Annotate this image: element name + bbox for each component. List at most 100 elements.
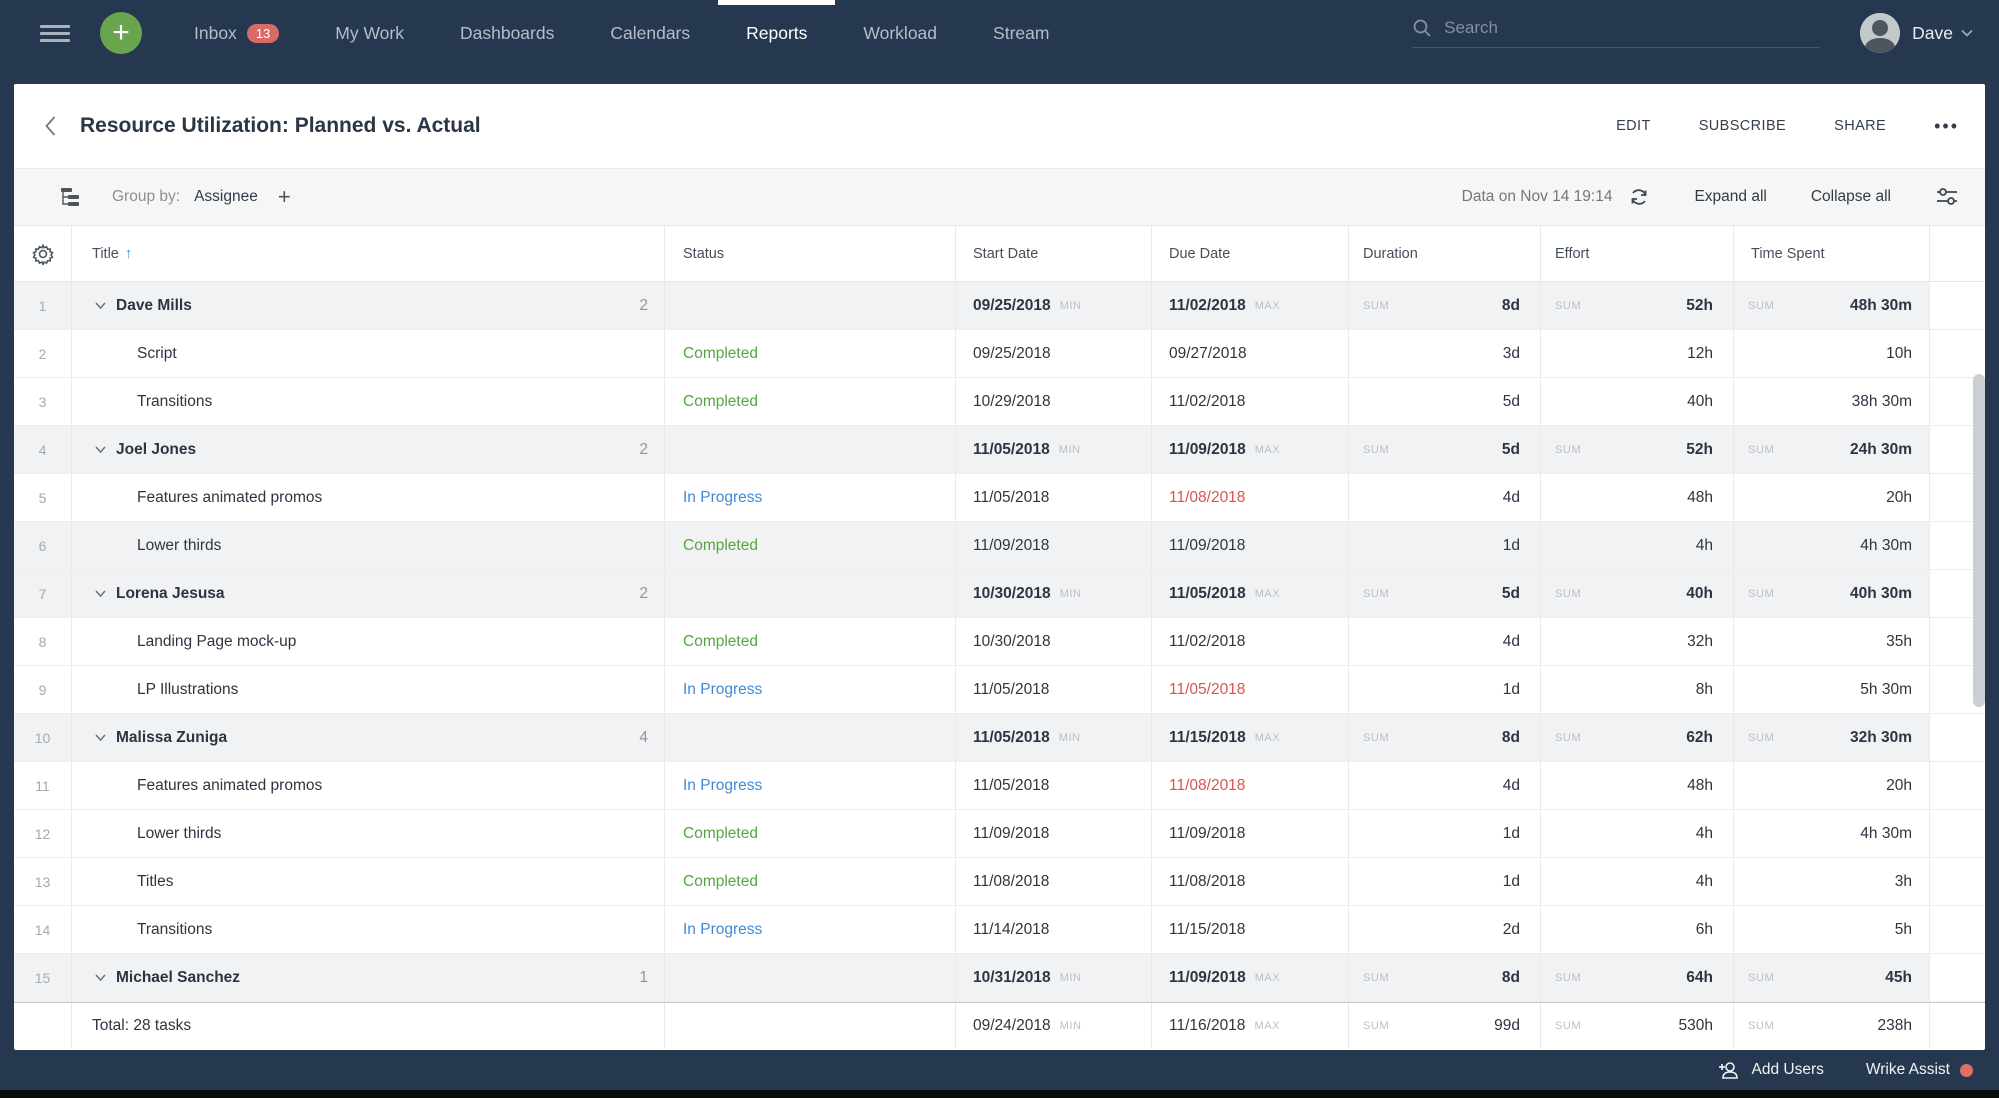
nav-item-dashboards[interactable]: Dashboards: [432, 0, 582, 66]
nav-item-calendars[interactable]: Calendars: [582, 0, 718, 66]
start-date-value: 10/29/2018: [973, 393, 1051, 411]
time-spent-value: 24h 30m: [1850, 441, 1912, 459]
task-row[interactable]: 12Lower thirdsCompleted11/09/201811/09/2…: [14, 810, 1985, 858]
agg-label-sum: SUM: [1748, 972, 1774, 984]
agg-label-sum: SUM: [1363, 1020, 1389, 1032]
cell-status: Completed: [665, 330, 956, 377]
edit-button[interactable]: EDIT: [1616, 118, 1651, 134]
row-filler: [1930, 282, 1985, 329]
sliders-icon: [1935, 187, 1959, 207]
task-row[interactable]: 9LP IllustrationsIn Progress11/05/201811…: [14, 666, 1985, 714]
cell-due-date: 11/16/2018MAX: [1152, 1003, 1349, 1048]
task-row[interactable]: 13TitlesCompleted11/08/201811/08/20181d4…: [14, 858, 1985, 906]
cell-start-date: 10/30/2018: [956, 618, 1152, 665]
time-spent-value: 35h: [1886, 633, 1912, 651]
row-number: 3: [39, 394, 47, 410]
more-options-icon[interactable]: •••: [1934, 121, 1959, 131]
column-header-effort[interactable]: Effort: [1541, 226, 1734, 281]
group-row[interactable]: 7Lorena Jesusa210/30/2018MIN11/05/2018MA…: [14, 570, 1985, 618]
gear-icon[interactable]: [32, 243, 54, 265]
search-input[interactable]: [1444, 18, 1820, 38]
task-row[interactable]: 11Features animated promosIn Progress11/…: [14, 762, 1985, 810]
search-box[interactable]: [1412, 18, 1820, 48]
column-header-duration[interactable]: Duration: [1349, 226, 1541, 281]
effort-value: 62h: [1686, 729, 1713, 747]
group-row[interactable]: 10Malissa Zuniga411/05/2018MIN11/15/2018…: [14, 714, 1985, 762]
create-new-button[interactable]: +: [100, 12, 142, 54]
group-collapse-toggle[interactable]: [95, 734, 106, 741]
refresh-button[interactable]: [1628, 186, 1650, 208]
group-collapse-toggle[interactable]: [95, 446, 106, 453]
cell-start-date: 11/05/2018: [956, 762, 1152, 809]
group-collapse-toggle[interactable]: [95, 974, 106, 981]
time-spent-value: 32h 30m: [1850, 729, 1912, 747]
vertical-scrollbar[interactable]: [1973, 374, 1985, 707]
column-header-title[interactable]: Title ↑: [72, 226, 665, 281]
expand-all-button[interactable]: Expand all: [1694, 188, 1766, 206]
row-number: 12: [35, 826, 51, 842]
cell-row-number: 15: [14, 954, 72, 1001]
nav-item-my-work[interactable]: My Work: [307, 0, 432, 66]
due-date-value: 11/05/2018: [1169, 681, 1245, 699]
cell-duration: 5d: [1349, 378, 1541, 425]
agg-label-sum: SUM: [1555, 972, 1581, 984]
user-name[interactable]: Dave: [1912, 23, 1953, 44]
cell-status: [665, 714, 956, 761]
nav-item-stream[interactable]: Stream: [965, 0, 1077, 66]
task-row[interactable]: 3TransitionsCompleted10/29/201811/02/201…: [14, 378, 1985, 426]
collapse-all-button[interactable]: Collapse all: [1811, 188, 1891, 206]
column-header-start-date[interactable]: Start Date: [956, 226, 1152, 281]
cell-time-spent: 20h: [1734, 762, 1930, 809]
cell-start-date: 11/09/2018: [956, 810, 1152, 857]
nav-item-label: Stream: [993, 23, 1049, 44]
nav-item-reports[interactable]: Reports: [718, 0, 835, 66]
agg-label-sum: SUM: [1748, 300, 1774, 312]
column-header-due-date[interactable]: Due Date: [1152, 226, 1349, 281]
group-by-icon[interactable]: [60, 187, 82, 207]
agg-label-sum: SUM: [1555, 1020, 1581, 1032]
effort-value: 40h: [1686, 585, 1713, 603]
cell-time-spent: SUM40h 30m: [1734, 570, 1930, 617]
share-button[interactable]: SHARE: [1834, 118, 1886, 134]
avatar[interactable]: [1860, 13, 1900, 53]
task-title: Titles: [72, 873, 173, 891]
task-row[interactable]: 5Features animated promosIn Progress11/0…: [14, 474, 1985, 522]
cell-start-date: 10/30/2018MIN: [956, 570, 1152, 617]
group-row[interactable]: 4Joel Jones211/05/2018MIN11/09/2018MAXSU…: [14, 426, 1985, 474]
subscribe-button[interactable]: SUBSCRIBE: [1699, 118, 1786, 134]
cell-duration: SUM8d: [1349, 954, 1541, 1001]
task-row[interactable]: 6Lower thirdsCompleted11/09/201811/09/20…: [14, 522, 1985, 570]
agg-label-min: MIN: [1059, 732, 1081, 744]
duration-value: 1d: [1503, 825, 1520, 843]
hamburger-menu-icon[interactable]: [40, 21, 70, 46]
effort-value: 6h: [1696, 921, 1713, 939]
chevron-down-icon[interactable]: [1961, 29, 1973, 37]
view-settings-button[interactable]: [1935, 187, 1959, 207]
duration-value: 5d: [1502, 585, 1520, 603]
back-chevron-icon: [45, 116, 56, 136]
back-button[interactable]: [36, 112, 64, 140]
search-icon: [1412, 18, 1432, 38]
status-badge: Completed: [683, 537, 758, 555]
inbox-badge: 13: [247, 24, 279, 43]
group-collapse-toggle[interactable]: [95, 590, 106, 597]
cell-duration: SUM5d: [1349, 426, 1541, 473]
group-row[interactable]: 1Dave Mills209/25/2018MIN11/02/2018MAXSU…: [14, 282, 1985, 330]
time-spent-value: 4h 30m: [1860, 825, 1912, 843]
wrike-assist-button[interactable]: Wrike Assist: [1866, 1061, 1973, 1079]
cell-due-date: 11/02/2018MAX: [1152, 282, 1349, 329]
column-header-status[interactable]: Status: [665, 226, 956, 281]
add-grouping-icon[interactable]: +: [278, 184, 291, 210]
column-header-time-spent[interactable]: Time Spent: [1734, 226, 1930, 281]
group-collapse-toggle[interactable]: [95, 302, 106, 309]
task-row[interactable]: 8Landing Page mock-upCompleted10/30/2018…: [14, 618, 1985, 666]
group-by-value[interactable]: Assignee: [194, 188, 258, 206]
nav-item-inbox[interactable]: Inbox13: [166, 0, 307, 66]
group-row[interactable]: 15Michael Sanchez110/31/2018MIN11/09/201…: [14, 954, 1985, 1002]
time-spent-value: 48h 30m: [1850, 297, 1912, 315]
add-users-button[interactable]: Add Users: [1718, 1061, 1824, 1079]
task-row[interactable]: 14TransitionsIn Progress11/14/201811/15/…: [14, 906, 1985, 954]
task-row[interactable]: 2ScriptCompleted09/25/201809/27/20183d12…: [14, 330, 1985, 378]
cell-duration: 1d: [1349, 666, 1541, 713]
nav-item-workload[interactable]: Workload: [835, 0, 965, 66]
